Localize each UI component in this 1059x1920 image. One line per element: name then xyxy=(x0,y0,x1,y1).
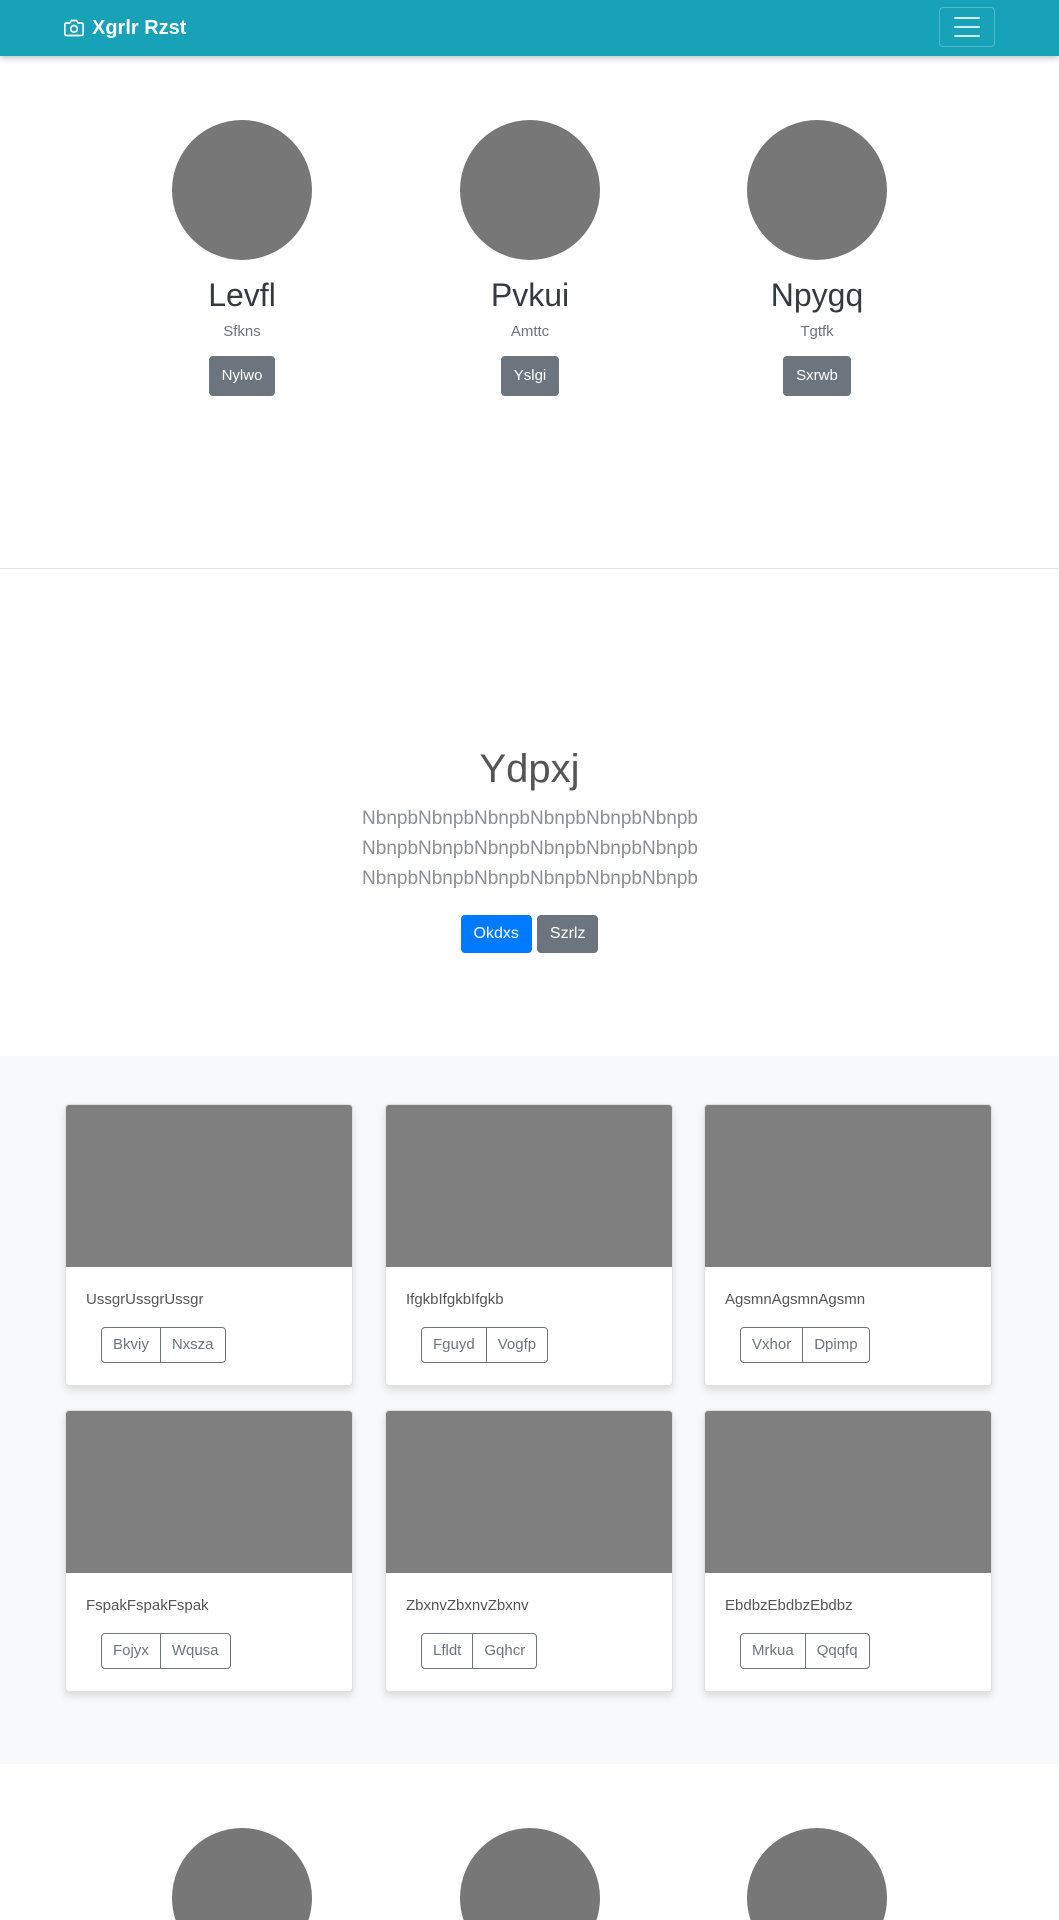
album-card: EbdbzEbdbzEbdbz Mrkua Qqqfq xyxy=(704,1410,992,1692)
card-view-button[interactable]: Fojyx xyxy=(101,1633,161,1669)
card-button-group: Mrkua Qqqfq xyxy=(740,1633,870,1669)
card-edit-button[interactable]: Dpimp xyxy=(802,1327,870,1363)
card-thumbnail xyxy=(66,1411,352,1573)
card-view-button[interactable]: Fguyd xyxy=(421,1327,487,1363)
hero-secondary-button[interactable]: Szrlz xyxy=(536,915,599,953)
navbar-toggle-button[interactable] xyxy=(939,7,995,47)
card-button-group: Vxhor Dpimp xyxy=(740,1327,870,1363)
album-section: UssgrUssgrUssgr Bkviy Nxsza IfgkbIfgkbIf… xyxy=(0,1056,1059,1764)
avatar xyxy=(747,120,887,260)
member-name: Levfl xyxy=(208,277,276,313)
album-card: ZbxnvZbxnvZbxnv Lfldt Gqhcr xyxy=(385,1410,673,1692)
avatar xyxy=(460,120,600,260)
member-button[interactable]: Nylwo xyxy=(208,356,276,397)
top-navbar: Xgrlr Rzst xyxy=(0,0,1059,56)
member-button[interactable]: Sxrwb xyxy=(783,356,851,397)
member-role: Sfkns xyxy=(223,323,261,341)
card-edit-button[interactable]: Qqqfq xyxy=(804,1633,870,1669)
card-text: IfgkbIfgkbIfgkb xyxy=(406,1291,504,1308)
card-edit-button[interactable]: Gqhcr xyxy=(472,1633,538,1669)
album-card: FspakFspakFspak Fojyx Wqusa xyxy=(65,1410,353,1692)
card-view-button[interactable]: Mrkua xyxy=(740,1633,806,1669)
card-text: FspakFspakFspak xyxy=(86,1597,209,1614)
avatar xyxy=(172,1828,312,1920)
hero-primary-button[interactable]: Okdxs xyxy=(460,915,532,953)
card-text: EbdbzEbdbzEbdbz xyxy=(725,1597,853,1614)
hero-lead-text: NbnpbNbnpbNbnpbNbnpbNbnpbNbnpb NbnpbNbnp… xyxy=(362,808,698,889)
avatar xyxy=(172,120,312,260)
album-card: UssgrUssgrUssgr Bkviy Nxsza xyxy=(65,1104,353,1386)
album-card: IfgkbIfgkbIfgkb Fguyd Vogfp xyxy=(385,1104,673,1386)
hamburger-menu-icon xyxy=(954,17,980,37)
card-view-button[interactable]: Vxhor xyxy=(740,1327,804,1363)
card-view-button[interactable]: Lfldt xyxy=(421,1633,474,1669)
card-button-group: Fguyd Vogfp xyxy=(421,1327,549,1363)
member-role: Amttc xyxy=(510,323,550,341)
team-member: Npygq Tgtfk Sxrwb xyxy=(697,120,937,397)
card-edit-button[interactable]: Vogfp xyxy=(485,1327,549,1363)
team-section: Levfl Sfkns Nylwo Pvkui Amttc Yslgi Npyg… xyxy=(0,56,1059,568)
member-name: Pvkui xyxy=(490,277,570,313)
card-thumbnail xyxy=(386,1105,672,1267)
card-button-group: Fojyx Wqusa xyxy=(101,1633,231,1669)
card-thumbnail xyxy=(66,1105,352,1267)
card-text: UssgrUssgrUssgr xyxy=(86,1291,204,1308)
team-section-bottom xyxy=(0,1764,1059,1920)
card-view-button[interactable]: Bkviy xyxy=(101,1327,161,1363)
member-name: Npygq xyxy=(770,277,864,313)
card-button-group: Lfldt Gqhcr xyxy=(421,1633,538,1669)
card-text: AgsmnAgsmnAgsmn xyxy=(725,1291,866,1308)
card-edit-button[interactable]: Nxsza xyxy=(159,1327,226,1363)
card-button-group: Bkviy Nxsza xyxy=(101,1327,226,1363)
card-edit-button[interactable]: Wqusa xyxy=(159,1633,231,1669)
camera-icon xyxy=(64,19,84,37)
card-thumbnail xyxy=(386,1411,672,1573)
brand-name: Xgrlr Rzst xyxy=(92,16,187,39)
avatar xyxy=(460,1828,600,1920)
team-member: Levfl Sfkns Nylwo xyxy=(122,120,362,397)
team-member: Pvkui Amttc Yslgi xyxy=(410,120,650,397)
album-card: AgsmnAgsmnAgsmn Vxhor Dpimp xyxy=(704,1104,992,1386)
hero-section: Ydpxj NbnpbNbnpbNbnpbNbnpbNbnpbNbnpb Nbn… xyxy=(0,569,1059,1056)
member-role: Tgtfk xyxy=(800,323,834,341)
card-text: ZbxnvZbxnvZbxnv xyxy=(406,1597,529,1614)
member-button[interactable]: Yslgi xyxy=(500,356,560,397)
card-thumbnail xyxy=(705,1105,991,1267)
hero-actions: Okdxs Szrlz xyxy=(0,915,1059,953)
brand-link[interactable]: Xgrlr Rzst xyxy=(64,0,186,56)
avatar xyxy=(747,1828,887,1920)
hero-title: Ydpxj xyxy=(479,747,580,791)
card-thumbnail xyxy=(705,1411,991,1573)
